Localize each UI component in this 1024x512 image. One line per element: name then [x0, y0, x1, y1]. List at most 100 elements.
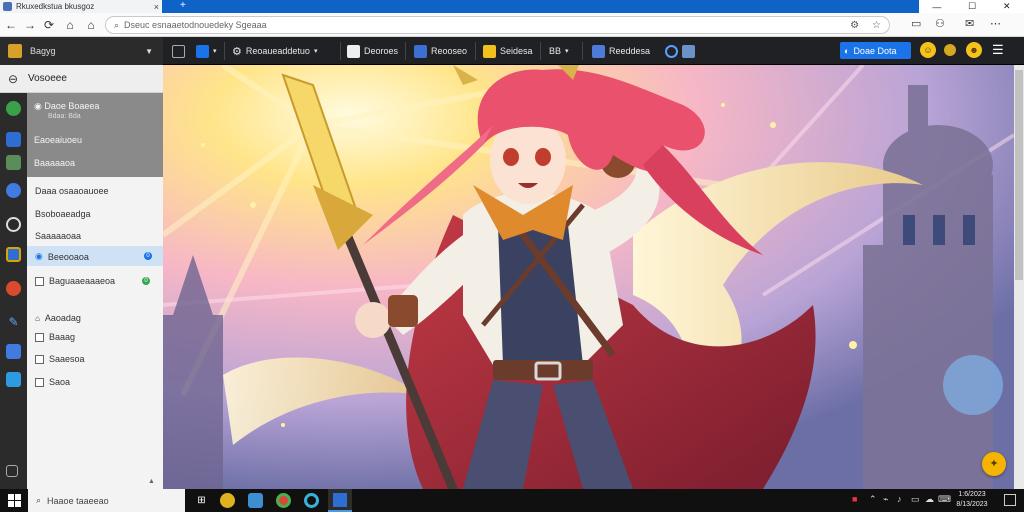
taskbar-app-2-icon[interactable] — [248, 493, 263, 508]
profile-icon[interactable]: ⚇ — [935, 17, 945, 30]
taskbar-active-app[interactable] — [328, 489, 352, 512]
folder-icon — [483, 44, 496, 58]
toolbar-browser-button[interactable] — [665, 41, 695, 61]
taskbar-chrome-icon[interactable] — [276, 493, 291, 508]
image-checkbox-icon[interactable] — [35, 377, 44, 387]
toolbar-separator — [475, 42, 476, 60]
sidebar-checkbox-item[interactable]: Baaag — [35, 332, 75, 342]
taskbar-edge-icon[interactable] — [304, 493, 319, 508]
sidebar-section-item-1[interactable]: Daaa osaaoauoee — [35, 186, 109, 196]
sidebar-section-item-3[interactable]: Saaaaaoaa — [35, 231, 81, 241]
rail-settings-icon[interactable] — [6, 465, 18, 477]
rail-chart-icon[interactable] — [6, 372, 21, 387]
tray-arrow-icon[interactable]: ⌃ — [869, 494, 877, 505]
tab-close-icon[interactable]: × — [154, 2, 159, 12]
task-view-icon[interactable]: ⊞ — [194, 493, 209, 508]
menu-dots-icon[interactable]: ⋯ — [990, 17, 1001, 30]
back-button[interactable]: ← — [3, 17, 19, 33]
chevron-down-icon: ▼ — [145, 46, 153, 56]
toolbar-images-button[interactable]: Reooseo — [414, 41, 467, 61]
sidebar-item-label: Saaesoa — [49, 354, 85, 364]
extension-icon[interactable]: ⚙ — [850, 20, 859, 31]
rail-app-icon[interactable] — [6, 247, 21, 262]
sidebar-checkbox-item[interactable]: ⌂ Aaoadag — [35, 313, 81, 323]
coin-icon[interactable] — [944, 44, 956, 56]
search-icon: ⌕ — [36, 495, 42, 505]
tray-volume-icon[interactable]: ♪ — [897, 494, 902, 504]
toolbar-settings-menu[interactable]: ⚙ Reoaueaddetuo ▾ — [232, 41, 317, 61]
minimize-button[interactable]: — — [932, 2, 941, 12]
radio-icon: ◉ — [35, 251, 43, 261]
reading-list-icon[interactable]: ✉ — [965, 17, 974, 30]
rail-mail-icon[interactable] — [6, 155, 21, 170]
browser-tab[interactable]: Rkuxedkstua bkusgoz × — [0, 0, 162, 13]
taskbar-clock[interactable]: 1:6/2023 8/13/2023 — [950, 490, 994, 510]
toolbar-documents-button[interactable]: Deoroes — [347, 41, 398, 61]
sidebar-account-item[interactable]: ◉ Daoe Boaeea — [34, 101, 99, 112]
sidebar-dark-item-1[interactable]: Eaoeaiuoeu — [34, 135, 82, 145]
checkbox-icon[interactable] — [35, 276, 44, 286]
sidebar-item-selected[interactable]: ◉ Beeooaoa — [35, 251, 89, 262]
toolbar-separator — [405, 42, 406, 60]
taskbar-app-1-icon[interactable] — [220, 493, 235, 508]
rail-red-icon[interactable] — [6, 281, 21, 296]
home-icon[interactable]: ⌂ — [83, 17, 99, 33]
grid-icon: BB — [549, 46, 562, 56]
sidebar-scroll-up-icon[interactable]: ▲ — [148, 478, 155, 485]
window-tile-icon[interactable]: ▭ — [911, 17, 921, 30]
tab-title: Rkuxedkstua bkusgoz — [16, 2, 95, 11]
checkbox-icon[interactable] — [35, 332, 44, 342]
url-text: Dseuc esnaaetodnouedeky Sgeaaa — [124, 20, 267, 30]
left-rail — [0, 65, 27, 489]
tray-network-icon[interactable]: ⌁ — [883, 494, 888, 505]
maximize-button[interactable]: ☐ — [968, 1, 976, 12]
rail-drop-icon[interactable] — [6, 183, 21, 198]
rail-doc-icon[interactable] — [6, 344, 21, 359]
rail-chrome-icon[interactable] — [6, 101, 21, 116]
bookmark-star-icon[interactable]: ☆ — [872, 20, 881, 31]
sidebar-section-item-2[interactable]: Bsoboaeadga — [35, 209, 91, 219]
picture-icon — [682, 44, 695, 58]
rail-brush-icon[interactable]: ✎ — [6, 315, 21, 330]
tray-alert-icon[interactable]: ■ — [852, 494, 857, 504]
notification-center-icon[interactable] — [1004, 494, 1016, 506]
new-tab-button[interactable]: + — [180, 0, 186, 13]
tray-battery-icon[interactable]: ▭ — [911, 494, 920, 505]
notification-icon[interactable]: ☻ — [966, 42, 982, 58]
toolbar-item-label: Reoaueaddetuo — [245, 46, 310, 56]
start-button[interactable] — [8, 494, 21, 507]
user-button[interactable]: ◐ Doae Dota — [840, 42, 911, 59]
emoji-icon[interactable]: ☺ — [920, 42, 936, 58]
app-switcher[interactable]: Bagyg ▼ — [0, 37, 163, 65]
close-window-button[interactable]: ✕ — [1003, 1, 1011, 12]
taskbar-search[interactable]: ⌕ Haaoe taaeeao — [28, 489, 185, 512]
tag-icon: ⌂ — [35, 313, 40, 323]
toolbar-separator — [224, 42, 225, 60]
scrollbar-thumb[interactable] — [1015, 70, 1023, 280]
toolbar-dropdown-button[interactable]: ▾ — [196, 41, 217, 61]
forward-button[interactable]: → — [22, 17, 38, 33]
gear-icon: ⚙ — [232, 45, 242, 58]
sidebar-item-label: Baaag — [49, 332, 76, 342]
sidebar-checkbox-item[interactable]: Saaesoa — [35, 354, 85, 364]
rail-word-icon[interactable] — [6, 132, 21, 147]
sidebar-item-next[interactable]: Baguaaeaaaeoa — [35, 276, 115, 286]
sidebar-back-icon[interactable]: ⊖ — [8, 72, 20, 86]
tray-cloud-icon[interactable]: ☁ — [925, 494, 934, 505]
toolbar-apps-button[interactable]: Reeddesa — [592, 41, 650, 61]
toolbar-folder-button[interactable]: Seidesa — [483, 41, 533, 61]
home-button[interactable]: ⌂ — [62, 17, 78, 33]
sidebar-item-label: Saoa — [49, 377, 71, 387]
sidebar-dark-item-2[interactable]: Baaaaaoa — [34, 158, 75, 168]
sidebar-checkbox-item[interactable]: Saoa — [35, 377, 70, 387]
hamburger-menu-icon[interactable]: ☰ — [992, 42, 1004, 58]
assistant-button[interactable]: ✦ — [982, 452, 1006, 476]
sidebar-header[interactable]: ⊖ Vosoeee — [0, 65, 163, 93]
reload-button[interactable]: ⟳ — [41, 17, 57, 33]
checkbox-icon[interactable] — [35, 354, 44, 364]
toolbar-grid-button[interactable]: BB ▾ — [549, 41, 569, 61]
toolbar-book-button[interactable] — [172, 41, 185, 61]
rail-history-icon[interactable] — [6, 217, 21, 232]
address-bar[interactable]: ⌕ Dseuc esnaaetodnouedeky Sgeaaa ⚙ ☆ — [105, 16, 890, 34]
toolbar-item-label: Seidesa — [500, 46, 533, 56]
